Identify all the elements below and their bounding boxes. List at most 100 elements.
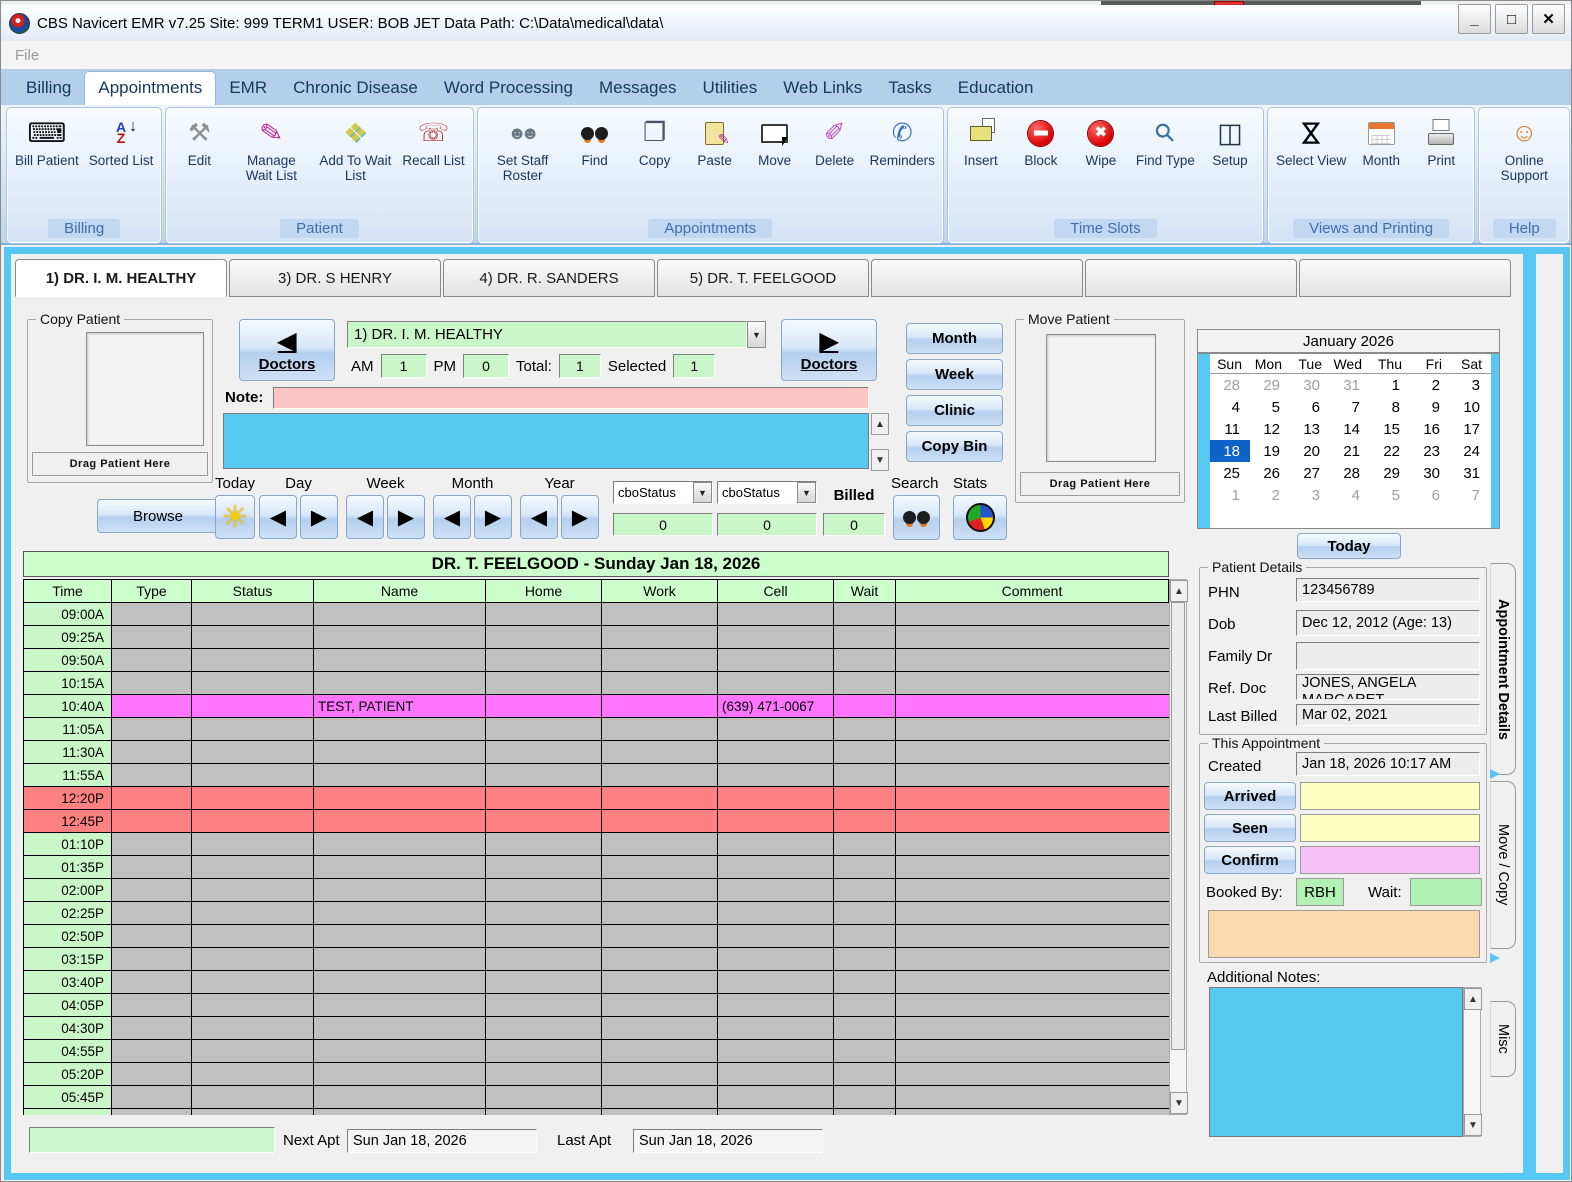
calendar-day[interactable]: 1 xyxy=(1370,374,1410,396)
calendar-day[interactable]: 22 xyxy=(1370,440,1410,462)
calendar-day[interactable]: 17 xyxy=(1450,418,1490,440)
reminders-button[interactable]: Reminders xyxy=(866,111,939,170)
seen-time-field[interactable] xyxy=(1300,814,1480,842)
scrollbar-thumb[interactable] xyxy=(1171,602,1185,1050)
slot-row[interactable]: 09:50A xyxy=(24,649,1170,672)
copy-button[interactable]: Copy xyxy=(626,111,684,170)
calendar-day[interactable]: 15 xyxy=(1370,418,1410,440)
move-button[interactable]: Move xyxy=(746,111,804,170)
calendar-day[interactable]: 4 xyxy=(1330,484,1370,506)
arrived-button[interactable]: Arrived xyxy=(1204,782,1296,810)
doctor-select-dropdown-icon[interactable] xyxy=(747,321,766,348)
calendar-day[interactable]: 6 xyxy=(1410,484,1450,506)
appointment-comment-field[interactable] xyxy=(1208,910,1480,958)
status-combo-1-dropdown-icon[interactable] xyxy=(693,482,712,503)
column-header[interactable]: Wait xyxy=(834,580,896,603)
slot-row[interactable]: 05:20P xyxy=(24,1063,1170,1086)
calendar-day[interactable]: 5 xyxy=(1250,396,1290,418)
clinic-button[interactable]: Clinic xyxy=(906,395,1003,426)
calendar-day[interactable]: 30 xyxy=(1290,374,1330,396)
calendar-day[interactable]: 2 xyxy=(1410,374,1450,396)
slot-row[interactable]: 11:05A xyxy=(24,718,1170,741)
slot-row[interactable]: 10:15A xyxy=(24,672,1170,695)
column-header[interactable]: Work xyxy=(602,580,718,603)
slot-row[interactable]: 05:45P xyxy=(24,1086,1170,1109)
doctor-tab-henry[interactable]: 3) DR. S HENRY xyxy=(229,259,441,297)
column-header[interactable]: Name xyxy=(314,580,486,603)
calendar-day[interactable]: 2 xyxy=(1250,484,1290,506)
calendar-day[interactable]: 14 xyxy=(1330,418,1370,440)
calendar-day[interactable]: 20 xyxy=(1290,440,1330,462)
scroll-up-icon[interactable] xyxy=(1170,580,1188,602)
doctor-tab-healthy[interactable]: 1) DR. I. M. HEALTHY xyxy=(15,259,227,297)
slot-row[interactable]: 02:00P xyxy=(24,879,1170,902)
calendar-day[interactable]: 28 xyxy=(1210,374,1250,396)
additional-notes-textarea[interactable] xyxy=(1209,987,1463,1137)
slot-row-blocked[interactable]: 12:20P xyxy=(24,787,1170,810)
column-header[interactable]: Home xyxy=(486,580,602,603)
browse-button[interactable]: Browse xyxy=(97,499,219,533)
doctor-tab-feelgood[interactable]: 5) DR. T. FEELGOOD xyxy=(657,259,869,297)
column-header[interactable]: Comment xyxy=(896,580,1169,603)
doctor-tab-empty[interactable] xyxy=(871,259,1083,297)
ribbon-tab-utilities[interactable]: Utilities xyxy=(689,72,770,105)
slot-row[interactable]: 01:35P xyxy=(24,856,1170,879)
calendar-day[interactable]: 23 xyxy=(1410,440,1450,462)
stats-button[interactable] xyxy=(953,495,1007,540)
calendar-day[interactable]: 8 xyxy=(1370,396,1410,418)
confirm-button[interactable]: Confirm xyxy=(1204,846,1296,874)
ribbon-tab-web-links[interactable]: Web Links xyxy=(770,72,875,105)
ribbon-tab-billing[interactable]: Billing xyxy=(13,72,84,105)
insert-button[interactable]: Insert xyxy=(952,111,1010,170)
calendar-day[interactable]: 29 xyxy=(1250,374,1290,396)
delete-button[interactable]: Delete xyxy=(806,111,864,170)
calendar-day[interactable]: 13 xyxy=(1290,418,1330,440)
status-combo-2[interactable]: cboStatus xyxy=(717,481,817,504)
calendar-day[interactable]: 30 xyxy=(1410,462,1450,484)
slot-row[interactable]: 11:30A xyxy=(24,741,1170,764)
doctor-tab-empty[interactable] xyxy=(1299,259,1511,297)
calendar-day[interactable]: 7 xyxy=(1330,396,1370,418)
doctor-select[interactable]: 1) DR. I. M. HEALTHY xyxy=(347,321,747,348)
calendar-day[interactable]: 24 xyxy=(1450,440,1490,462)
calendar-day[interactable]: 16 xyxy=(1410,418,1450,440)
side-tab-misc[interactable]: Misc xyxy=(1490,1001,1516,1077)
ribbon-tab-emr[interactable]: EMR xyxy=(216,72,280,105)
calendar-day[interactable]: 11 xyxy=(1210,418,1250,440)
seen-button[interactable]: Seen xyxy=(1204,814,1296,842)
calendar-day[interactable]: 29 xyxy=(1370,462,1410,484)
slot-row[interactable]: 03:40P xyxy=(24,971,1170,994)
month-next-button[interactable] xyxy=(474,495,512,539)
calendar-day[interactable]: 3 xyxy=(1290,484,1330,506)
doctor-tab-sanders[interactable]: 4) DR. R. SANDERS xyxy=(443,259,655,297)
month-prev-button[interactable] xyxy=(433,495,471,539)
slot-row[interactable]: 06:10P xyxy=(24,1109,1170,1115)
slot-row[interactable]: 01:10P xyxy=(24,833,1170,856)
today-button[interactable] xyxy=(215,495,255,539)
find-button[interactable]: Find xyxy=(566,111,624,170)
calendar-day[interactable]: 19 xyxy=(1250,440,1290,462)
ribbon-tab-appointments[interactable]: Appointments xyxy=(84,71,216,105)
notes-scroll-down-icon[interactable] xyxy=(1464,1114,1482,1136)
status-combo-2-dropdown-icon[interactable] xyxy=(797,482,816,503)
slot-row[interactable]: 04:55P xyxy=(24,1040,1170,1063)
slot-row[interactable]: 11:55A xyxy=(24,764,1170,787)
memo-scroll-down-icon[interactable] xyxy=(871,449,889,471)
calendar-day[interactable]: 6 xyxy=(1290,396,1330,418)
doctor-tab-empty[interactable] xyxy=(1085,259,1297,297)
side-tab-move-copy[interactable]: Move / Copy xyxy=(1490,781,1516,949)
week-next-button[interactable] xyxy=(387,495,425,539)
column-header[interactable]: Type xyxy=(112,580,192,603)
year-next-button[interactable] xyxy=(561,495,599,539)
calendar-day[interactable]: 7 xyxy=(1450,484,1490,506)
menu-file[interactable]: File xyxy=(15,47,39,64)
slot-row[interactable]: 04:30P xyxy=(24,1017,1170,1040)
month-view-button[interactable]: Month xyxy=(1352,111,1410,170)
slot-row-booked[interactable]: 10:40ATEST, PATIENT(639) 471-0067 xyxy=(24,695,1170,718)
calendar-today-button[interactable]: Today xyxy=(1297,533,1401,559)
edit-button[interactable]: Edit xyxy=(170,111,228,170)
month-button[interactable]: Month xyxy=(906,323,1003,354)
memo-scroll-up-icon[interactable] xyxy=(871,413,889,435)
arrived-time-field[interactable] xyxy=(1300,782,1480,810)
doctors-next-button[interactable]: Doctors xyxy=(781,319,877,381)
